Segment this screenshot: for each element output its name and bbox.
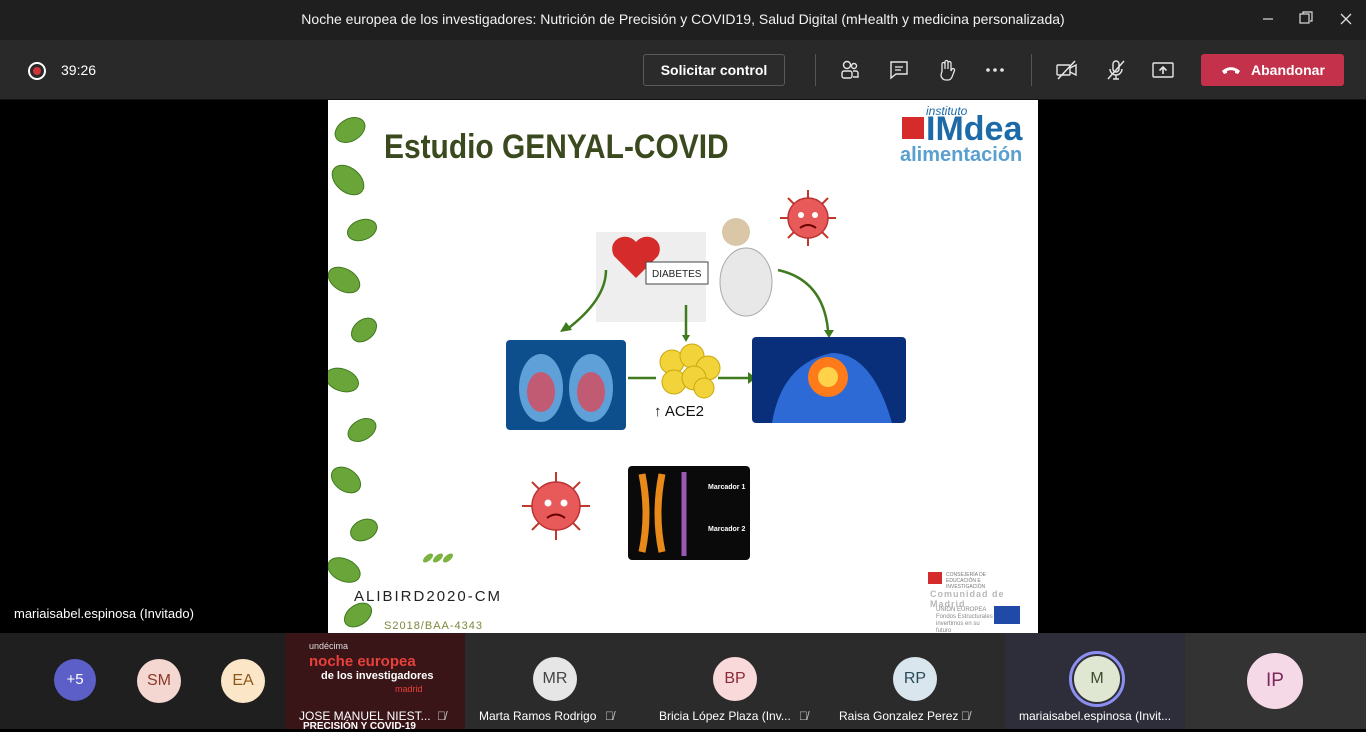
window-title: Noche europea de los investigadores: Nut… [301, 11, 1065, 27]
grant-code: S2018/BAA-4343 [384, 620, 484, 632]
participant-tile-me[interactable]: M mariaisabel.espinosa (Invit... [1005, 633, 1185, 729]
virus-icon-bottom [522, 472, 590, 540]
small-leaf-decoration [423, 553, 453, 563]
participant-tile-bp[interactable]: BP Bricia López Plaza (Inv... 🎙̸ [645, 633, 825, 729]
mic-off-icon: 🎙̸ [799, 709, 808, 723]
more-icon[interactable] [983, 58, 1009, 82]
marker-2-label: Marcador 2 [708, 526, 746, 533]
slide-title: Estudio GENYAL-COVID [384, 128, 729, 166]
lungs-image [506, 340, 626, 430]
banner-line-4: madrid [395, 684, 423, 694]
project-code: ALIBIRD2020-CM [354, 588, 503, 605]
ace2-label: ↑ ACE2 [654, 403, 705, 420]
share-icon[interactable] [1151, 58, 1177, 82]
avatar: IP [1247, 653, 1303, 709]
close-icon[interactable] [1336, 10, 1356, 30]
eu-flag-logo [994, 606, 1020, 624]
restore-icon[interactable] [1296, 10, 1316, 30]
mic-off-icon[interactable] [1104, 58, 1130, 82]
participants-icon[interactable] [838, 58, 864, 82]
ue-label: UNIÓN EUROPEA [936, 607, 987, 613]
avatar: BP [713, 657, 757, 701]
madrid-flag-logo [902, 117, 924, 139]
overflow-participants-button[interactable]: +5 [54, 659, 96, 701]
chromosome-markers-image: Marcador 1 Marcador 2 [628, 466, 750, 560]
camera-off-icon[interactable] [1055, 58, 1081, 82]
title-bar: Noche europea de los investigadores: Nut… [0, 0, 1366, 40]
presentation-slide: Estudio GENYAL-COVID instituto IMdea ali… [328, 100, 1038, 633]
ue-label-block: UNIÓN EUROPEA Fondos Estructurales inver… [936, 607, 996, 633]
participant-tile-video[interactable]: undécima noche europea de los investigad… [285, 633, 465, 732]
chat-icon[interactable] [887, 58, 913, 82]
ue-sub2: invertimos en su futuro [936, 621, 980, 633]
participant-name: Marta Ramos Rodrigo [479, 709, 597, 723]
ue-sub: Fondos Estructurales [936, 614, 993, 620]
heart-pain-image [752, 337, 906, 423]
avatar: RP [893, 657, 937, 701]
meeting-timer: 39:26 [61, 62, 97, 78]
mic-off-icon: 🎙̸ [605, 709, 614, 723]
recording-icon [28, 62, 46, 80]
participants-strip: +5 SM EA undécima noche europea de los i… [0, 633, 1366, 732]
leave-label: Abandonar [1251, 62, 1325, 78]
virus-icon [780, 190, 836, 246]
participant-avatar-sm[interactable]: SM [137, 659, 181, 703]
toolbar-divider [815, 54, 816, 86]
participant-avatar-ea[interactable]: EA [221, 659, 265, 703]
meeting-toolbar: 39:26 Solicitar control Abandonar [0, 40, 1366, 100]
chromosome-icon [638, 472, 687, 556]
comunidad-madrid-label: Comunidad de Madrid [930, 589, 1005, 609]
leaf-border-decoration [328, 117, 378, 628]
avatar: M [1074, 656, 1120, 702]
up-arrow-icon: ↑ [654, 403, 665, 420]
minimize-icon[interactable] [1258, 10, 1278, 30]
presenter-name: mariaisabel.espinosa (Invitado) [14, 606, 194, 621]
participant-name: Raisa Gonzalez Perez [839, 709, 959, 723]
banner-line-2: noche europea [309, 653, 416, 670]
participant-name: JOSE MANUEL NIEST... [299, 709, 431, 723]
mic-off-icon: 🎙̸ [961, 709, 970, 723]
participant-tile-ip[interactable]: IP [1185, 633, 1366, 729]
banner-line-3: de los investigadores [321, 670, 434, 682]
raise-hand-icon[interactable] [935, 58, 961, 82]
leave-button[interactable]: Abandonar [1201, 54, 1344, 86]
cm-flag-logo [928, 572, 942, 584]
avatar: MR [533, 657, 577, 701]
toolbar-divider [1031, 54, 1032, 86]
participant-name: Bricia López Plaza (Inv... [659, 709, 791, 723]
mic-off-icon: 🎙̸ [437, 709, 446, 723]
marker-1-label: Marcador 1 [708, 484, 746, 491]
hang-up-icon [1222, 67, 1240, 74]
participant-tile-mr[interactable]: MR Marta Ramos Rodrigo 🎙̸ [465, 633, 645, 729]
consejeria-label: CONSEJERÍA DE EDUCACIÓN E INVESTIGACIÓN [946, 572, 987, 590]
participant-tile-rp[interactable]: RP Raisa Gonzalez Perez 🎙̸ [825, 633, 1005, 729]
participant-name: mariaisabel.espinosa (Invit... [1019, 709, 1172, 723]
banner-line-1: undécima [309, 641, 349, 651]
request-control-button[interactable]: Solicitar control [643, 54, 785, 86]
brand-sub: alimentación [900, 144, 1023, 166]
adipose-cells-image [659, 343, 721, 399]
